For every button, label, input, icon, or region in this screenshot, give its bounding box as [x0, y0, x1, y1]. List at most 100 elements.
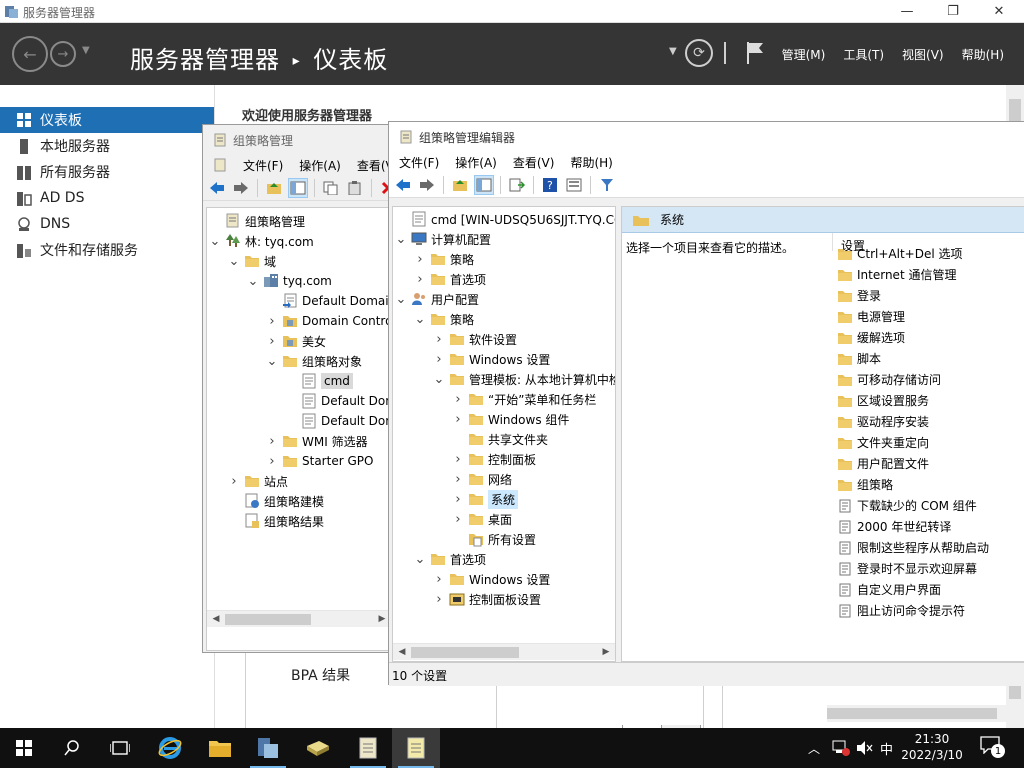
- expand-chevron-icon[interactable]: ›: [266, 314, 278, 329]
- tree-node[interactable]: ⌄ 计算机配置: [395, 229, 491, 249]
- tree-node[interactable]: › WMI 筛选器: [266, 431, 367, 451]
- expand-chevron-icon[interactable]: ›: [452, 472, 464, 487]
- close-button[interactable]: ✕: [976, 0, 1022, 23]
- settings-policy-item[interactable]: 下载缺少的 COM 组件: [837, 495, 977, 516]
- collapse-chevron-icon[interactable]: ⌄: [209, 234, 221, 249]
- settings-folder-item[interactable]: Internet 通信管理: [837, 264, 956, 285]
- settings-folder-item[interactable]: Ctrl+Alt+Del 选项: [837, 243, 962, 264]
- settings-policy-item[interactable]: 2000 年世纪转译: [837, 516, 951, 537]
- tree-node[interactable]: 组策略建模: [228, 491, 324, 511]
- tree-node[interactable]: › 首选项: [414, 269, 486, 289]
- refresh-dropdown-icon[interactable]: ▼: [669, 46, 677, 57]
- gpme-icon[interactable]: [392, 728, 440, 768]
- gpme-tree-horizontal-scrollbar[interactable]: ◀ ▶: [393, 643, 615, 660]
- expand-chevron-icon[interactable]: ›: [266, 434, 278, 449]
- tree-node[interactable]: cmd [WIN-UDSQ5U6SJJT.TYQ.COM] 策略: [395, 209, 615, 229]
- collapse-chevron-icon[interactable]: ⌄: [266, 354, 278, 369]
- expand-chevron-icon[interactable]: ›: [433, 592, 445, 607]
- gpm-menu-file[interactable]: 文件(F): [243, 157, 283, 174]
- history-dropdown-icon[interactable]: ▼: [82, 45, 90, 56]
- up-folder-icon[interactable]: [264, 178, 284, 198]
- scrollbar-thumb[interactable]: [411, 647, 519, 658]
- tree-node[interactable]: › Starter GPO: [266, 451, 373, 471]
- settings-folder-item[interactable]: 可移动存储访问: [837, 369, 941, 390]
- up-folder-icon[interactable]: [450, 175, 470, 195]
- tree-node[interactable]: ⌄ 用户配置: [395, 289, 479, 309]
- tree-node[interactable]: › Domain Controllers: [266, 311, 399, 331]
- properties-icon[interactable]: [564, 175, 584, 195]
- breadcrumb-root[interactable]: 服务器管理器: [130, 46, 280, 74]
- export-list-icon[interactable]: [507, 175, 527, 195]
- back-arrow-icon[interactable]: [393, 175, 413, 195]
- settings-folder-item[interactable]: 缓解选项: [837, 327, 905, 348]
- settings-folder-item[interactable]: 脚本: [837, 348, 881, 369]
- bpa-results-label[interactable]: BPA 结果: [291, 665, 350, 685]
- tree-node[interactable]: ⌄ 林: tyq.com: [209, 231, 314, 251]
- scroll-right-icon[interactable]: ▶: [376, 613, 388, 625]
- ad-icon[interactable]: [294, 728, 342, 768]
- settings-policy-item[interactable]: 限制这些程序从帮助启动: [837, 537, 989, 558]
- scroll-right-icon[interactable]: ▶: [600, 646, 612, 658]
- expand-chevron-icon[interactable]: ›: [452, 512, 464, 527]
- details-horizontal-scrollbar[interactable]: [827, 705, 1024, 722]
- settings-policy-item[interactable]: 自定义用户界面: [837, 579, 941, 600]
- gpme-menu-file[interactable]: 文件(F): [399, 154, 439, 171]
- collapse-chevron-icon[interactable]: ⌄: [395, 292, 407, 307]
- ime-indicator[interactable]: 中: [880, 739, 893, 758]
- scrollbar-thumb[interactable]: [827, 708, 997, 719]
- tree-node[interactable]: ⌄ 管理模板: 从本地计算机中检索的策略定义(ADMX 文件): [433, 369, 615, 389]
- sidebar-item-dashboard[interactable]: 仪表板: [0, 107, 214, 133]
- tree-node[interactable]: 共享文件夹: [452, 429, 548, 449]
- search-icon[interactable]: [48, 728, 96, 768]
- expand-chevron-icon[interactable]: ›: [414, 252, 426, 267]
- expand-chevron-icon[interactable]: ›: [452, 412, 464, 427]
- tree-node[interactable]: ⌄ 首选项: [414, 549, 486, 569]
- back-button[interactable]: ←: [12, 36, 48, 72]
- refresh-icon[interactable]: ⟳: [685, 39, 713, 67]
- tree-node[interactable]: 组策略管理: [209, 211, 305, 231]
- tree-node[interactable]: 所有设置: [452, 529, 536, 549]
- server-manager-icon[interactable]: [244, 728, 292, 768]
- tree-node[interactable]: › 网络: [452, 469, 512, 489]
- forward-arrow-icon[interactable]: [417, 175, 437, 195]
- expand-chevron-icon[interactable]: ›: [433, 572, 445, 587]
- menu-view[interactable]: 视图(V): [902, 46, 944, 63]
- collapse-chevron-icon[interactable]: ⌄: [414, 312, 426, 327]
- tree-node[interactable]: › Windows 设置: [433, 569, 550, 589]
- restore-button[interactable]: ❐: [930, 0, 976, 23]
- help-icon[interactable]: ?: [540, 175, 560, 195]
- tree-node[interactable]: ⌄ tyq.com: [247, 271, 332, 291]
- ie-icon[interactable]: [146, 728, 194, 768]
- gpme-menu-help[interactable]: 帮助(H): [570, 154, 612, 171]
- sidebar-item-local-server[interactable]: 本地服务器: [0, 133, 214, 159]
- sidebar-item-ad-ds[interactable]: AD DS: [0, 185, 214, 211]
- show-tree-icon[interactable]: [474, 174, 494, 195]
- settings-folder-item[interactable]: 用户配置文件: [837, 453, 929, 474]
- menu-tools[interactable]: 工具(T): [843, 46, 884, 63]
- collapse-chevron-icon[interactable]: ⌄: [414, 552, 426, 567]
- volume-icon[interactable]: [856, 740, 874, 756]
- collapse-chevron-icon[interactable]: ⌄: [433, 372, 445, 387]
- scroll-left-icon[interactable]: ◀: [210, 613, 222, 625]
- filter-icon[interactable]: [597, 175, 617, 195]
- gpm-horizontal-scrollbar[interactable]: ◀ ▶: [207, 610, 399, 627]
- expand-chevron-icon[interactable]: ›: [266, 454, 278, 469]
- tree-node[interactable]: ⌄ 域: [228, 251, 276, 271]
- collapse-chevron-icon[interactable]: ⌄: [228, 254, 240, 269]
- notifications-flag-icon[interactable]: [745, 40, 765, 66]
- tree-node[interactable]: › “开始”菜单和任务栏: [452, 389, 596, 409]
- tree-node[interactable]: › 控制面板设置: [433, 589, 541, 609]
- task-view-icon[interactable]: [96, 728, 144, 768]
- tree-node[interactable]: cmd: [285, 371, 353, 391]
- copy-icon[interactable]: [321, 178, 341, 198]
- tree-node[interactable]: Default Domain Policy: [285, 411, 399, 431]
- forward-button[interactable]: →: [50, 41, 76, 67]
- tree-node[interactable]: › 策略: [414, 249, 474, 269]
- expand-chevron-icon[interactable]: ›: [452, 452, 464, 467]
- tree-node[interactable]: ⌄ 组策略对象: [266, 351, 362, 371]
- back-arrow-icon[interactable]: [207, 178, 227, 198]
- scroll-left-icon[interactable]: ◀: [396, 646, 408, 658]
- show-tree-icon[interactable]: [288, 177, 308, 198]
- tree-node[interactable]: › 美女: [266, 331, 326, 351]
- expand-chevron-icon[interactable]: ›: [452, 392, 464, 407]
